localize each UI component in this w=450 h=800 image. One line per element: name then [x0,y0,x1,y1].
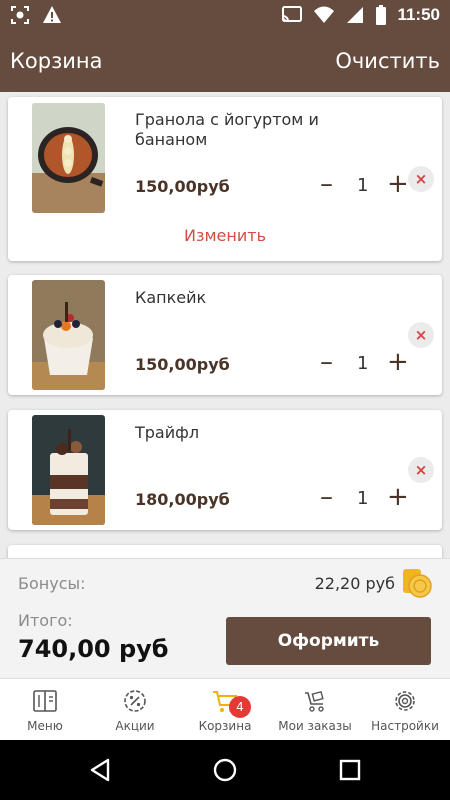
bottom-nav: Меню Акции 4 Корзина Мои заказы Настройк… [0,678,450,740]
screenshot-icon [11,6,29,24]
gear-icon [395,691,415,711]
nav-label: Меню [27,719,63,733]
item-price: 150,00руб [135,355,230,374]
increase-quantity-button[interactable]: + [387,171,409,197]
nav-label: Акции [115,719,155,733]
increase-quantity-button[interactable]: + [387,349,409,375]
battery-icon [376,5,387,25]
item-price: 150,00руб [135,177,230,196]
nav-label: Мои заказы [278,719,352,733]
clock: 11:50 [397,5,440,24]
cast-icon [282,6,303,22]
item-name: Трайфл [135,423,200,442]
nav-item-settings[interactable]: Настройки [360,679,450,740]
cupcake-photo [32,280,105,390]
decrease-quantity-button[interactable]: – [320,349,333,375]
granola-photo [32,103,105,213]
total-value: 740,00 руб [18,635,169,663]
quantity-value: 1 [357,488,369,509]
remove-item-button[interactable]: × [408,166,434,192]
signal-icon [347,7,364,23]
decrease-quantity-button[interactable]: – [320,171,333,197]
home-icon[interactable] [211,756,239,784]
change-item-link[interactable]: Изменить [8,226,442,245]
nav-item-menu[interactable]: Меню [0,679,90,740]
app-bar: Корзина Очистить [0,32,450,92]
system-nav-bar [0,740,450,800]
increase-quantity-button[interactable]: + [387,484,409,510]
nav-label: Настройки [371,719,439,733]
cart-item: Гранола с йогуртом и бананом 150,00руб –… [8,97,442,261]
menu-book-icon [33,690,57,712]
warning-icon [43,6,61,23]
bonus-value: 22,20 руб [314,574,395,593]
trifle-photo [32,415,105,525]
percent-badge-icon [124,690,146,712]
page-title: Корзина [10,49,103,73]
item-name: Капкейк [135,288,207,307]
item-price: 180,00руб [135,490,230,509]
remove-item-button[interactable]: × [408,457,434,483]
decrease-quantity-button[interactable]: – [320,484,333,510]
quantity-value: 1 [357,175,369,196]
orders-cart-icon [305,690,324,712]
cart-item: Капкейк 150,00руб – 1 + × [8,275,442,395]
order-summary: Бонусы: 22,20 руб Итого: 740,00 руб Офор… [0,558,450,678]
bonus-label: Бонусы: [18,574,86,593]
status-bar: 11:50 [0,0,450,32]
nav-item-promotions[interactable]: Акции [90,679,180,740]
nav-item-cart[interactable]: 4 Корзина [180,679,270,740]
checkout-button[interactable]: Оформить [226,617,431,665]
cart-count-badge: 4 [229,696,251,718]
remove-item-button[interactable]: × [408,322,434,348]
nav-item-my-orders[interactable]: Мои заказы [270,679,360,740]
coin-icon [403,569,432,598]
total-label: Итого: [18,611,73,630]
nav-label: Корзина [198,719,252,733]
cart-item: Трайфл 180,00руб – 1 + × [8,410,442,530]
recent-apps-icon[interactable] [336,756,364,784]
wifi-icon [314,6,335,23]
quantity-value: 1 [357,353,369,374]
item-name: Гранола с йогуртом и бананом [135,110,319,149]
clear-cart-button[interactable]: Очистить [335,49,440,73]
back-icon[interactable] [86,756,114,784]
